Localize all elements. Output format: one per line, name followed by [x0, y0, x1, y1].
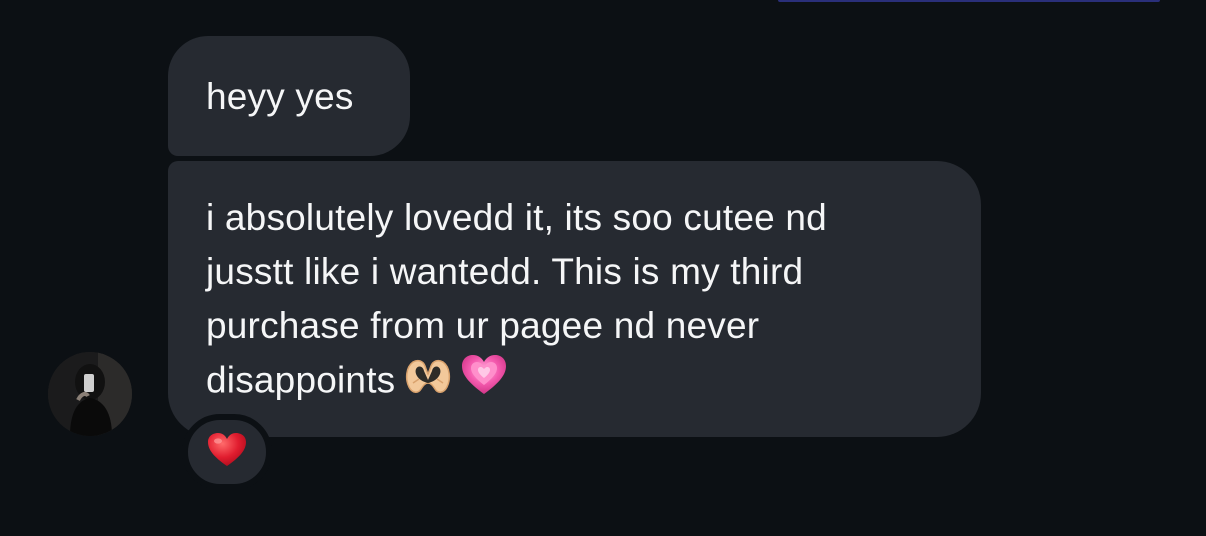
message-text: i absolutely lovedd it, its soo cutee nd — [206, 197, 827, 238]
message-text: heyy yes — [206, 76, 354, 117]
message-text: purchase from ur pagee nd never — [206, 305, 760, 346]
top-bar-edge — [778, 0, 1160, 2]
red-heart-icon — [207, 432, 247, 473]
avatar[interactable] — [48, 352, 132, 436]
message-text-last-line: disappoints — [206, 353, 951, 412]
message-bubble[interactable]: i absolutely lovedd it, its soo cutee nd… — [168, 161, 981, 437]
growing-heart-icon — [461, 354, 507, 411]
chat-thread: heyy yes i absolutely lovedd it, its soo… — [0, 0, 1206, 536]
heart-hands-icon — [403, 353, 453, 412]
reaction-badge[interactable] — [182, 414, 272, 490]
message-text: disappoints — [206, 359, 396, 401]
message-bubble[interactable]: heyy yes — [168, 36, 410, 156]
message-text: jusstt like i wantedd. This is my third — [206, 251, 804, 292]
